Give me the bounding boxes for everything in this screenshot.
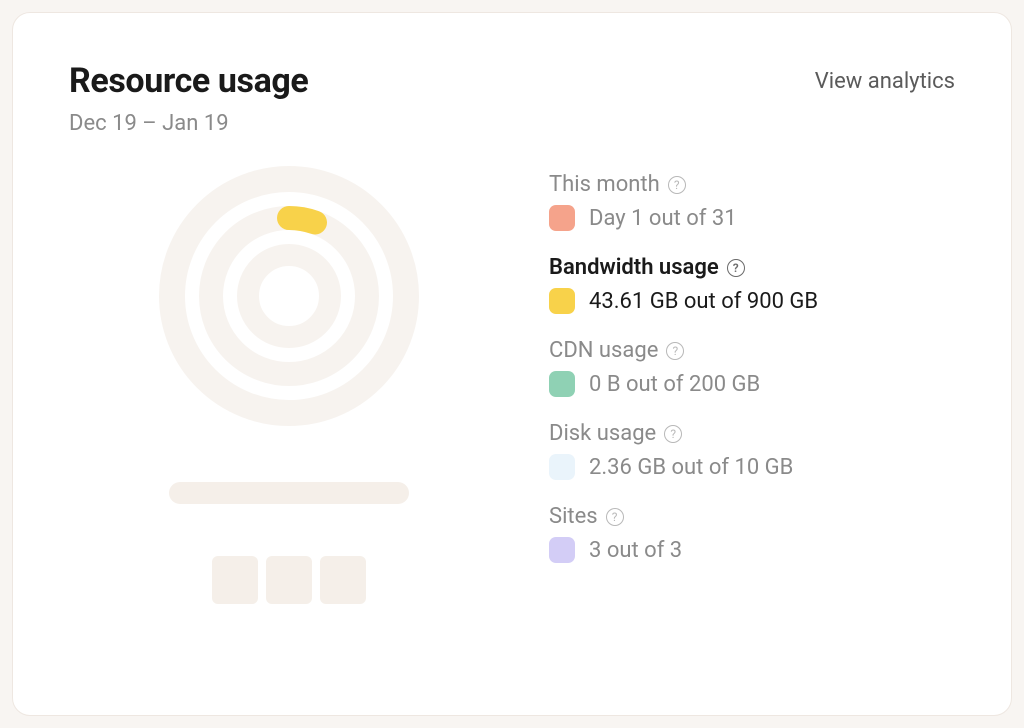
color-swatch xyxy=(549,371,575,397)
metric-value: 3 out of 3 xyxy=(589,538,682,563)
metric-value: 43.61 GB out of 900 GB xyxy=(589,289,818,314)
metric-sites: Sites ? 3 out of 3 xyxy=(549,504,955,563)
usage-donut-chart xyxy=(159,166,419,426)
block-skeleton xyxy=(320,556,366,604)
metric-this-month: This month ? Day 1 out of 31 xyxy=(549,172,955,231)
chart-column xyxy=(69,166,509,604)
card-header: Resource usage View analytics xyxy=(69,61,955,101)
metric-value-row: 2.36 GB out of 10 GB xyxy=(549,454,955,480)
help-icon[interactable]: ? xyxy=(606,508,624,526)
metric-title-row: Bandwidth usage ? xyxy=(549,255,955,280)
metric-label: CDN usage xyxy=(549,338,658,363)
block-skeleton xyxy=(266,556,312,604)
metric-label: Disk usage xyxy=(549,421,656,446)
resource-usage-card: Resource usage View analytics Dec 19 – J… xyxy=(12,12,1012,716)
help-icon[interactable]: ? xyxy=(668,176,686,194)
metric-bandwidth: Bandwidth usage ? 43.61 GB out of 900 GB xyxy=(549,255,955,314)
help-icon[interactable]: ? xyxy=(666,342,684,360)
color-swatch xyxy=(549,537,575,563)
date-range: Dec 19 – Jan 19 xyxy=(69,111,955,136)
metric-title-row: Sites ? xyxy=(549,504,955,529)
metric-value: 0 B out of 200 GB xyxy=(589,372,760,397)
metric-value: Day 1 out of 31 xyxy=(589,206,737,231)
metric-value-row: Day 1 out of 31 xyxy=(549,205,955,231)
metric-label: This month xyxy=(549,172,660,197)
metric-disk: Disk usage ? 2.36 GB out of 10 GB xyxy=(549,421,955,480)
color-swatch xyxy=(549,205,575,231)
metric-title-row: This month ? xyxy=(549,172,955,197)
metric-label: Bandwidth usage xyxy=(549,255,719,280)
card-content: This month ? Day 1 out of 31 Bandwidth u… xyxy=(69,166,955,604)
bandwidth-arc xyxy=(199,206,379,386)
help-icon[interactable]: ? xyxy=(664,425,682,443)
color-swatch xyxy=(549,454,575,480)
blocks-skeleton xyxy=(212,556,366,604)
metrics-list: This month ? Day 1 out of 31 Bandwidth u… xyxy=(549,166,955,604)
metric-cdn: CDN usage ? 0 B out of 200 GB xyxy=(549,338,955,397)
metric-value-row: 43.61 GB out of 900 GB xyxy=(549,288,955,314)
view-analytics-link[interactable]: View analytics xyxy=(815,69,955,94)
bar-skeleton xyxy=(169,482,409,504)
metric-value-row: 0 B out of 200 GB xyxy=(549,371,955,397)
metric-title-row: Disk usage ? xyxy=(549,421,955,446)
metric-label: Sites xyxy=(549,504,598,529)
metric-title-row: CDN usage ? xyxy=(549,338,955,363)
block-skeleton xyxy=(212,556,258,604)
card-title: Resource usage xyxy=(69,61,308,101)
color-swatch xyxy=(549,288,575,314)
metric-value: 2.36 GB out of 10 GB xyxy=(589,455,793,480)
help-icon[interactable]: ? xyxy=(727,259,745,277)
metric-value-row: 3 out of 3 xyxy=(549,537,955,563)
